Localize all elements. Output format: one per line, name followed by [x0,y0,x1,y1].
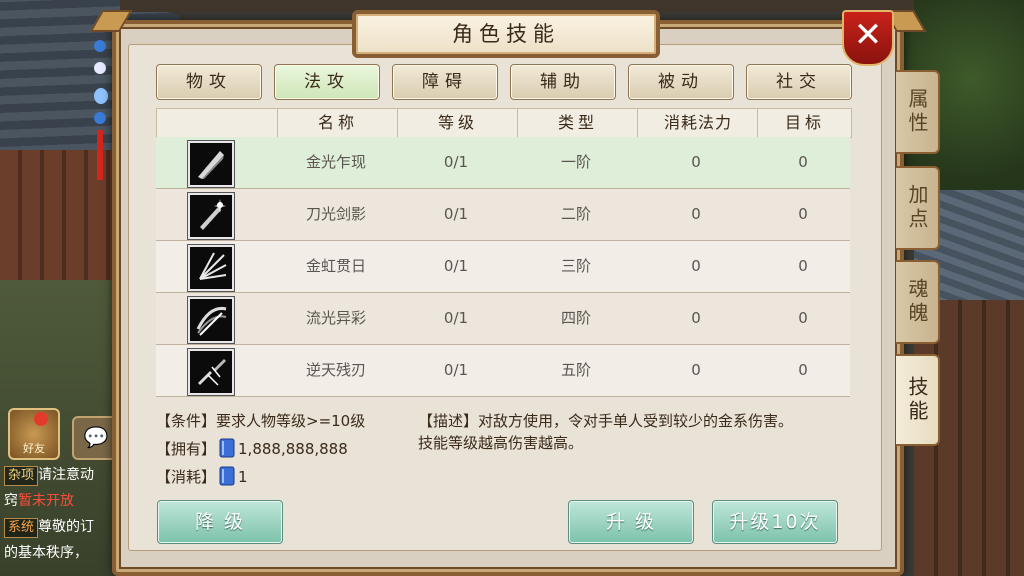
chat-log[interactable]: 杂项 请注意动 窍暂未开放 系统 尊敬的订 的基本秩序， [4,462,114,566]
skill-icon-cell [156,293,276,344]
skill-mana-cost: 0 [691,205,701,223]
skill-type: 五阶 [560,361,591,379]
skill-level: 0/1 [443,153,469,171]
skill-target: 0 [798,361,808,379]
skill-level: 0/1 [443,205,469,223]
skill-mana-cost: 0 [691,361,701,379]
chat-line: 系统 尊敬的订 [4,514,114,540]
side-tab-skills[interactable]: 技能 [896,354,940,446]
upgrade-button[interactable]: 升 级 [568,500,694,544]
downgrade-button[interactable]: 降 级 [157,500,283,544]
header-type: 类型 [517,109,638,137]
skill-name: 逆天残刃 [305,361,366,379]
condition-text: 【条件】要求人物等级>=10级 [156,412,366,430]
side-tab-soul[interactable]: 魂魄 [896,260,940,344]
chat-text: 的基本秩序， [4,545,88,561]
chat-line: 窍暂未开放 [4,488,114,514]
skill-type: 一阶 [560,153,591,171]
side-tab-attributes[interactable]: 属性 [896,70,940,154]
side-tab-points[interactable]: 加点 [896,166,940,250]
description-text: 【描述】对敌方使用，令对手单人受到较少的金系伤害。 [418,412,794,430]
skill-type: 二阶 [560,205,591,223]
chat-tag-system: 系统 [4,518,39,538]
skill-mana-cost: 0 [691,309,701,327]
skill-target: 0 [798,309,808,327]
broken-blade-icon[interactable] [188,349,234,395]
skill-mana-cost: 0 [691,257,701,275]
header-mana: 消耗法力 [637,109,758,137]
skill-target: 0 [798,153,808,171]
table-row[interactable]: 逆天残刃 0/1 五阶 0 0 [156,345,850,397]
notification-dot [34,412,48,426]
skill-target: 0 [798,257,808,275]
skill-level: 0/1 [443,361,469,379]
cost-line: 【消耗】 1 [156,466,248,488]
tab-social[interactable]: 社交 [746,64,852,100]
chat-tag-misc: 杂项 [4,466,39,486]
burst-icon[interactable] [188,245,234,291]
skill-mana-cost: 0 [691,153,701,171]
swirl-blade-icon[interactable] [188,297,234,343]
owned-label: 【拥有】 [156,440,217,458]
cost-label: 【消耗】 [156,468,217,486]
chat-warning-text: 暂未开放 [18,493,74,509]
skill-book-icon [219,466,235,486]
skill-level: 0/1 [443,309,469,327]
skill-name: 金光乍现 [305,153,366,171]
chat-line: 的基本秩序， [4,540,114,566]
friends-button[interactable]: 好友 [8,408,60,460]
table-row[interactable]: 刀光剑影 0/1 二阶 0 0 [156,189,850,241]
blade-icon[interactable] [188,141,234,187]
skill-type: 三阶 [560,257,591,275]
chat-line: 杂项 请注意动 [4,462,114,488]
skill-target: 0 [798,205,808,223]
table-header: 名称 等级 类型 消耗法力 目标 [156,108,852,138]
chat-text: 请注意动 [38,467,95,483]
header-target: 目标 [757,109,852,137]
upgrade-10-button[interactable]: 升级10次 [712,500,838,544]
table-row[interactable]: 流光异彩 0/1 四阶 0 0 [156,293,850,345]
tab-obstruction[interactable]: 障碍 [392,64,498,100]
skill-icon-cell [156,241,276,292]
friends-label: 好友 [23,442,45,455]
skill-icon-cell [156,137,276,188]
header-name: 名称 [277,109,398,137]
skill-level: 0/1 [443,257,469,275]
chat-text: 尊敬的订 [38,519,95,535]
tab-magic-attack[interactable]: 法攻 [274,64,380,100]
tab-passive[interactable]: 被动 [628,64,734,100]
sparkle-blade-icon[interactable] [188,193,234,239]
header-level: 等级 [397,109,518,137]
chat-text: 窍 [4,493,18,509]
close-button[interactable]: ✕ [842,10,894,66]
owned-value: 1,888,888,888 [238,440,348,458]
skill-type: 四阶 [560,309,591,327]
table-row[interactable]: 金虹贯日 0/1 三阶 0 0 [156,241,850,293]
panel-title: 角色技能 [352,10,660,58]
skill-name: 刀光剑影 [305,205,366,223]
table-row[interactable]: 金光乍现 0/1 一阶 0 0 [156,137,850,189]
skill-name: 金虹贯日 [305,257,366,275]
description-text-2: 技能等级越高伤害越高。 [418,434,584,452]
pendant-ornament [88,40,112,180]
skill-book-icon [219,438,235,458]
tab-support[interactable]: 辅助 [510,64,616,100]
skill-name: 流光异彩 [305,309,366,327]
skill-icon-cell [156,189,276,240]
header-icon-col [157,109,277,137]
cost-value: 1 [238,468,248,486]
owned-line: 【拥有】 1,888,888,888 [156,438,348,460]
tab-physical-attack[interactable]: 物攻 [156,64,262,100]
skill-icon-cell [156,345,276,396]
